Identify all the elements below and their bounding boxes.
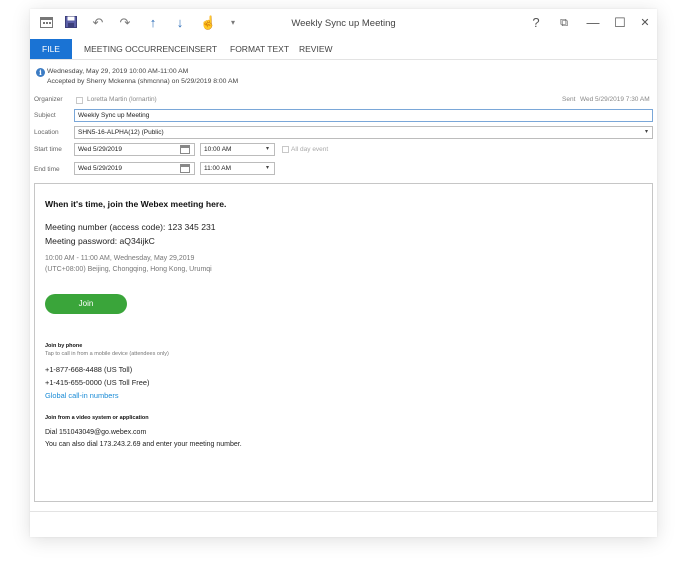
video-heading: Join from a video system or application [45, 415, 149, 421]
minimize-icon[interactable]: — [585, 15, 601, 31]
meeting-date-text: Wednesday, May 29, 2019 10:00 AM-11:00 A… [47, 68, 189, 75]
tab-meeting-occurrence[interactable]: MEETING OCCURRENCE [84, 39, 186, 59]
organizer-label: Organizer [34, 96, 63, 103]
info-icon: i [36, 68, 45, 77]
meeting-timezone: (UTC+08:00) Beijing, Chongqing, Hong Kon… [45, 266, 212, 273]
end-date-field[interactable]: Wed 5/29/2019 [74, 162, 195, 175]
outlook-window: ↶ ↷ ↑ ↓ ☝ ▾ Weekly Sync up Meeting ? ⧉ —… [30, 9, 657, 537]
title-bar: ↶ ↷ ↑ ↓ ☝ ▾ Weekly Sync up Meeting ? ⧉ —… [30, 9, 657, 39]
maximize-icon[interactable]: ☐ [612, 15, 628, 31]
phone-subtext: Tap to call in from a mobile device (att… [45, 351, 169, 357]
tab-format-text[interactable]: FORMAT TEXT [230, 39, 289, 59]
organizer-value[interactable]: Loretta Martin (lornartin) [87, 96, 157, 103]
meeting-number: Meeting number (access code): 123 345 23… [45, 222, 216, 232]
all-day-checkbox[interactable] [282, 146, 289, 153]
phone-us-toll-free[interactable]: +1-415-655-0000 (US Toll Free) [45, 378, 149, 387]
acceptance-text: Accepted by Sherry Mckenna (shmcnna) on … [47, 78, 239, 85]
all-day-label: All day event [291, 146, 329, 153]
global-call-in-link[interactable]: Global call-in numbers [45, 391, 119, 400]
video-ip-dial: You can also dial 173.243.2.69 and enter… [45, 441, 242, 448]
subject-field[interactable]: Weekly Sync up Meeting [74, 109, 653, 122]
meeting-body[interactable]: When it's time, join the Webex meeting h… [34, 183, 653, 502]
end-time-label: End time [34, 166, 60, 173]
start-time-dropdown-icon[interactable]: ▾ [266, 143, 269, 156]
meeting-password: Meeting password: aQ34ijkC [45, 236, 155, 246]
sent-label: Sent [562, 96, 576, 103]
start-time-label: Start time [34, 146, 62, 153]
ribbon-divider [30, 59, 657, 60]
close-icon[interactable]: ✕ [637, 15, 653, 31]
phone-us-toll[interactable]: +1-877-668-4488 (US Toll) [45, 365, 132, 374]
help-icon[interactable]: ? [528, 15, 544, 31]
start-date-field[interactable]: Wed 5/29/2019 [74, 143, 195, 156]
location-field[interactable]: SHN5-16-ALPHA(12) (Public) [74, 126, 653, 139]
join-heading: When it's time, join the Webex meeting h… [45, 199, 227, 209]
tab-file[interactable]: FILE [30, 39, 72, 59]
location-dropdown-icon[interactable]: ▾ [645, 126, 648, 139]
video-dial[interactable]: Dial 151043049@go.webex.com [45, 429, 146, 436]
end-date-calendar-icon[interactable] [180, 164, 190, 173]
meeting-time: 10:00 AM - 11:00 AM, Wednesday, May 29,2… [45, 255, 195, 262]
organizer-contact-icon [76, 97, 83, 104]
tab-insert[interactable]: INSERT [186, 39, 217, 59]
phone-heading: Join by phone [45, 343, 83, 349]
start-time-field[interactable]: 10:00 AM [200, 143, 275, 156]
location-label: Location [34, 129, 59, 136]
bottom-divider [30, 511, 657, 512]
end-time-dropdown-icon[interactable]: ▾ [266, 162, 269, 175]
end-time-field[interactable]: 11:00 AM [200, 162, 275, 175]
ribbon-tabs: FILE MEETING OCCURRENCE INSERT FORMAT TE… [30, 39, 657, 59]
ribbon-display-icon[interactable]: ⧉ [556, 15, 572, 31]
tab-review[interactable]: REVIEW [299, 39, 333, 59]
subject-label: Subject [34, 112, 56, 119]
sent-value: Wed 5/29/2019 7:30 AM [580, 96, 650, 103]
join-button[interactable]: Join [45, 294, 127, 314]
start-date-calendar-icon[interactable] [180, 145, 190, 154]
